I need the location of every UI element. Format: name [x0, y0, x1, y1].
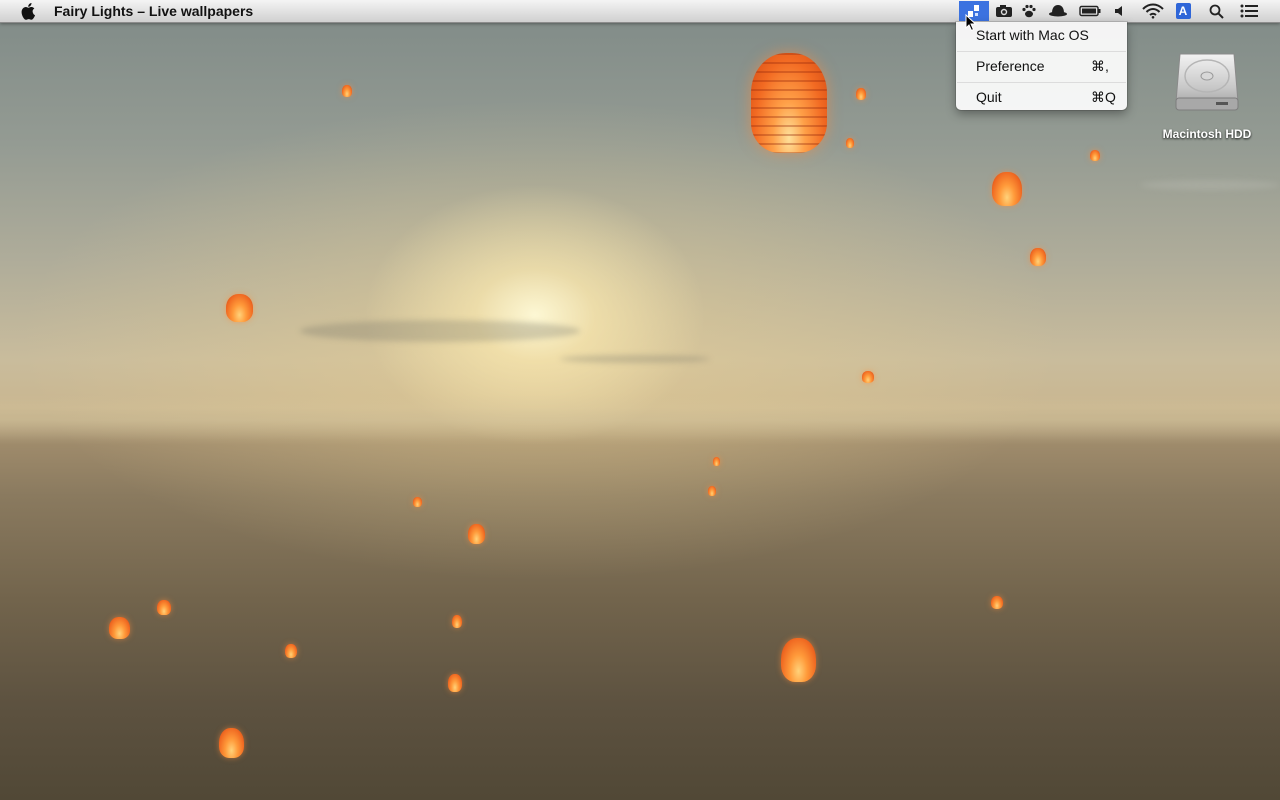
- menu-item-shortcut: ⌘Q: [1091, 89, 1116, 105]
- lantern: [285, 644, 297, 658]
- lantern: [1030, 248, 1046, 266]
- menu-item-label: Quit: [976, 89, 1002, 105]
- app-title[interactable]: Fairy Lights – Live wallpapers: [54, 3, 253, 19]
- lantern: [157, 600, 171, 615]
- wifi-icon[interactable]: [1140, 1, 1166, 21]
- lantern: [109, 617, 130, 639]
- lantern: [992, 172, 1022, 206]
- volume-icon[interactable]: [1110, 1, 1130, 21]
- lantern: [448, 674, 462, 692]
- cloud-streak: [1140, 180, 1280, 190]
- desktop-icon-label: Macintosh HDD: [1162, 127, 1252, 141]
- notification-center-icon[interactable]: [1237, 1, 1261, 21]
- lantern: [226, 294, 253, 322]
- menu-item-shortcut: ⌘,: [1091, 58, 1109, 74]
- status-menu-dropdown: Start with Mac OS Preference ⌘, Quit ⌘Q: [956, 22, 1127, 110]
- horizon-haze: [0, 395, 1280, 445]
- lantern: [713, 457, 720, 466]
- desktop-wallpaper: [0, 0, 1280, 800]
- lantern: [413, 497, 422, 507]
- hat-icon[interactable]: [1045, 1, 1071, 21]
- lantern: [781, 638, 816, 682]
- input-source-icon[interactable]: A: [1174, 1, 1192, 21]
- cloud-streak: [560, 355, 710, 363]
- lantern: [856, 88, 866, 100]
- input-source-letter: A: [1175, 3, 1191, 19]
- apple-logo-icon[interactable]: [20, 2, 38, 20]
- hard-drive-icon: [1175, 53, 1239, 111]
- cloud-streak: [300, 320, 580, 342]
- menu-item-start-with-mac-os[interactable]: Start with Mac OS: [956, 23, 1127, 47]
- menu-separator: [957, 82, 1126, 83]
- paw-icon[interactable]: [1019, 1, 1039, 21]
- lantern: [219, 728, 244, 758]
- lantern: [862, 371, 874, 383]
- lantern: [708, 486, 716, 496]
- menu-item-label: Start with Mac OS: [976, 27, 1089, 43]
- lantern: [991, 596, 1003, 609]
- lantern: [342, 85, 352, 97]
- camera-icon[interactable]: [993, 1, 1015, 21]
- lantern: [452, 615, 462, 628]
- menu-bar: Fairy Lights – Live wallpapers A: [0, 0, 1280, 23]
- desktop-icon-macintosh-hdd[interactable]: Macintosh HDD: [1163, 48, 1251, 158]
- battery-icon[interactable]: [1077, 1, 1103, 21]
- menu-item-quit[interactable]: Quit ⌘Q: [956, 85, 1127, 109]
- spotlight-search-icon[interactable]: [1206, 1, 1226, 21]
- lantern: [1090, 150, 1100, 161]
- lantern: [468, 524, 485, 544]
- menu-separator: [957, 51, 1126, 52]
- menu-item-preference[interactable]: Preference ⌘,: [956, 54, 1127, 78]
- mouse-cursor-icon: [965, 14, 977, 32]
- lantern: [846, 138, 854, 148]
- lantern: [751, 53, 827, 153]
- menu-item-label: Preference: [976, 58, 1045, 74]
